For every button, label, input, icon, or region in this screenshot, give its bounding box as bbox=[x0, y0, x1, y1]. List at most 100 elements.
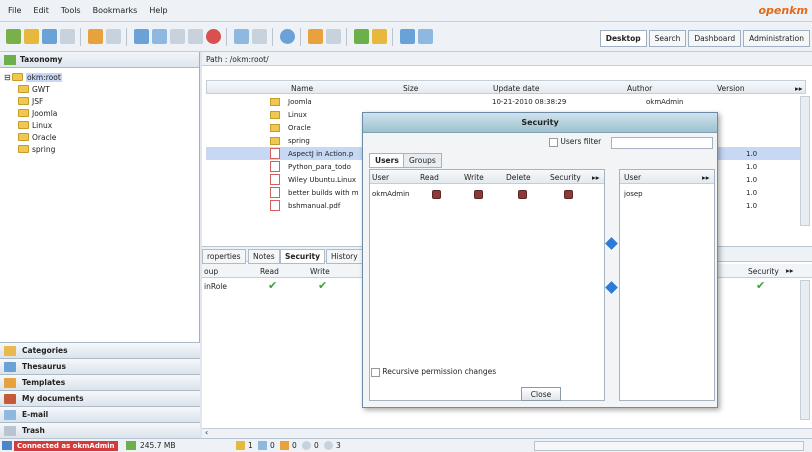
mail-icon bbox=[4, 410, 16, 420]
lock-icon[interactable] bbox=[42, 29, 57, 44]
tree-root[interactable]: ⊟ okm:root bbox=[4, 71, 199, 83]
menu-help[interactable]: Help bbox=[149, 6, 167, 15]
file-row[interactable]: Joomla 10-21-2010 08:38:29 okmAdmin bbox=[206, 95, 800, 108]
column-delete[interactable]: Delete bbox=[506, 173, 531, 182]
tree-item[interactable]: Joomla bbox=[4, 107, 199, 119]
create-folder-icon[interactable] bbox=[6, 29, 21, 44]
permissions-scrollbar[interactable] bbox=[800, 280, 810, 420]
unlock-icon[interactable] bbox=[60, 29, 75, 44]
tab-search[interactable]: Search bbox=[648, 30, 687, 47]
column-name[interactable]: Name bbox=[291, 84, 313, 93]
folder-icon bbox=[270, 137, 280, 145]
add-property-group-icon[interactable] bbox=[234, 29, 249, 44]
tab-groups[interactable]: Groups bbox=[403, 153, 442, 168]
tree-item[interactable]: Linux bbox=[4, 119, 199, 131]
column-security[interactable]: Security bbox=[748, 267, 779, 276]
cancel-checkout-icon[interactable] bbox=[188, 29, 203, 44]
file-version: 1.0 bbox=[746, 150, 758, 158]
column-write[interactable]: Write bbox=[310, 267, 330, 276]
menu-bookmarks[interactable]: Bookmarks bbox=[93, 6, 138, 15]
add-subscription-icon[interactable] bbox=[106, 29, 121, 44]
tab-history[interactable]: History bbox=[326, 249, 363, 264]
column-update-date[interactable]: Update date bbox=[493, 84, 539, 93]
column-menu-icon[interactable]: ▸▸ bbox=[795, 84, 803, 93]
column-size[interactable]: Size bbox=[403, 84, 418, 93]
tab-notes[interactable]: Notes bbox=[248, 249, 280, 264]
users-filter-checkbox[interactable] bbox=[549, 137, 558, 147]
remove-property-group-icon[interactable] bbox=[252, 29, 267, 44]
recursive-checkbox[interactable] bbox=[371, 367, 380, 377]
users-filter-toggle[interactable]: Users filter bbox=[549, 137, 601, 147]
accordion-trash[interactable]: Trash bbox=[0, 422, 200, 438]
folder-icon bbox=[18, 145, 29, 153]
folder-icon bbox=[270, 111, 280, 119]
arrow-right-icon[interactable] bbox=[605, 281, 618, 294]
tree-item[interactable]: JSF bbox=[4, 95, 199, 107]
tree-root-label: okm:root bbox=[26, 72, 62, 82]
column-group[interactable]: oup bbox=[204, 267, 218, 276]
users-filter-input[interactable] bbox=[611, 137, 713, 149]
tree-item[interactable]: GWT bbox=[4, 83, 199, 95]
tree-item[interactable]: Oracle bbox=[4, 131, 199, 143]
column-menu-icon[interactable]: ▸▸ bbox=[702, 173, 710, 182]
delete-checkbox[interactable] bbox=[518, 190, 527, 199]
menu-tools[interactable]: Tools bbox=[61, 6, 81, 15]
horizontal-scrollbar[interactable]: ‹ bbox=[202, 428, 812, 438]
edit-icon[interactable] bbox=[134, 29, 149, 44]
accordion-my-documents[interactable]: My documents bbox=[0, 390, 200, 406]
add-document-icon[interactable] bbox=[88, 29, 103, 44]
checkout-icon[interactable] bbox=[152, 29, 167, 44]
dialog-title[interactable]: Security bbox=[363, 113, 717, 133]
column-security[interactable]: Security bbox=[550, 173, 581, 182]
column-read[interactable]: Read bbox=[420, 173, 439, 182]
accordion-thesaurus[interactable]: Thesaurus bbox=[0, 358, 200, 374]
folder-icon bbox=[18, 97, 29, 105]
find-folder-icon[interactable] bbox=[24, 29, 39, 44]
scanner-icon[interactable] bbox=[400, 29, 415, 44]
security-checkbox[interactable] bbox=[564, 190, 573, 199]
write-checkbox[interactable] bbox=[474, 190, 483, 199]
recursive-permission-option[interactable]: Recursive permission changes bbox=[371, 367, 496, 377]
column-version[interactable]: Version bbox=[717, 84, 745, 93]
available-user-name[interactable]: josep bbox=[624, 190, 643, 198]
tree-item[interactable]: spring bbox=[4, 143, 199, 155]
accordion-label: Thesaurus bbox=[22, 362, 66, 371]
tab-properties[interactable]: roperties bbox=[202, 249, 246, 264]
column-author[interactable]: Author bbox=[627, 84, 652, 93]
tab-dashboard[interactable]: Dashboard bbox=[688, 30, 742, 47]
file-list-scrollbar[interactable] bbox=[800, 96, 810, 226]
column-write[interactable]: Write bbox=[464, 173, 484, 182]
column-menu-icon[interactable]: ▸▸ bbox=[786, 266, 794, 275]
workflow-icon[interactable] bbox=[280, 29, 295, 44]
scroll-left-icon[interactable]: ‹ bbox=[205, 428, 208, 437]
tab-administration[interactable]: Administration bbox=[743, 30, 810, 47]
taxonomy-icon bbox=[4, 54, 16, 65]
file-name: Joomla bbox=[288, 98, 312, 106]
tab-desktop[interactable]: Desktop bbox=[599, 30, 647, 47]
column-menu-icon[interactable]: ▸▸ bbox=[592, 173, 600, 182]
read-checkbox[interactable] bbox=[432, 190, 441, 199]
tab-users[interactable]: Users bbox=[369, 153, 405, 168]
refresh-icon[interactable] bbox=[354, 29, 369, 44]
thesaurus-icon bbox=[4, 362, 16, 372]
accordion-categories[interactable]: Categories bbox=[0, 342, 200, 358]
accordion-label: Templates bbox=[22, 378, 66, 387]
menu-file[interactable]: File bbox=[8, 6, 21, 15]
menu-edit[interactable]: Edit bbox=[33, 6, 49, 15]
close-button[interactable]: Close bbox=[521, 387, 561, 401]
home-icon[interactable] bbox=[372, 29, 387, 44]
column-user[interactable]: User bbox=[624, 173, 641, 182]
accordion-email[interactable]: E-mail bbox=[0, 406, 200, 422]
taxonomy-header[interactable]: Taxonomy bbox=[0, 52, 199, 68]
accordion-templates[interactable]: Templates bbox=[0, 374, 200, 390]
remove-note-icon[interactable] bbox=[326, 29, 341, 44]
collapse-icon[interactable]: ⊟ bbox=[4, 73, 12, 82]
arrow-left-icon[interactable] bbox=[605, 237, 618, 250]
uploader-icon[interactable] bbox=[418, 29, 433, 44]
delete-icon[interactable] bbox=[206, 29, 221, 44]
tab-security[interactable]: Security bbox=[280, 249, 326, 264]
column-user[interactable]: User bbox=[372, 173, 389, 182]
checkin-icon[interactable] bbox=[170, 29, 185, 44]
add-note-icon[interactable] bbox=[308, 29, 323, 44]
column-read[interactable]: Read bbox=[260, 267, 279, 276]
